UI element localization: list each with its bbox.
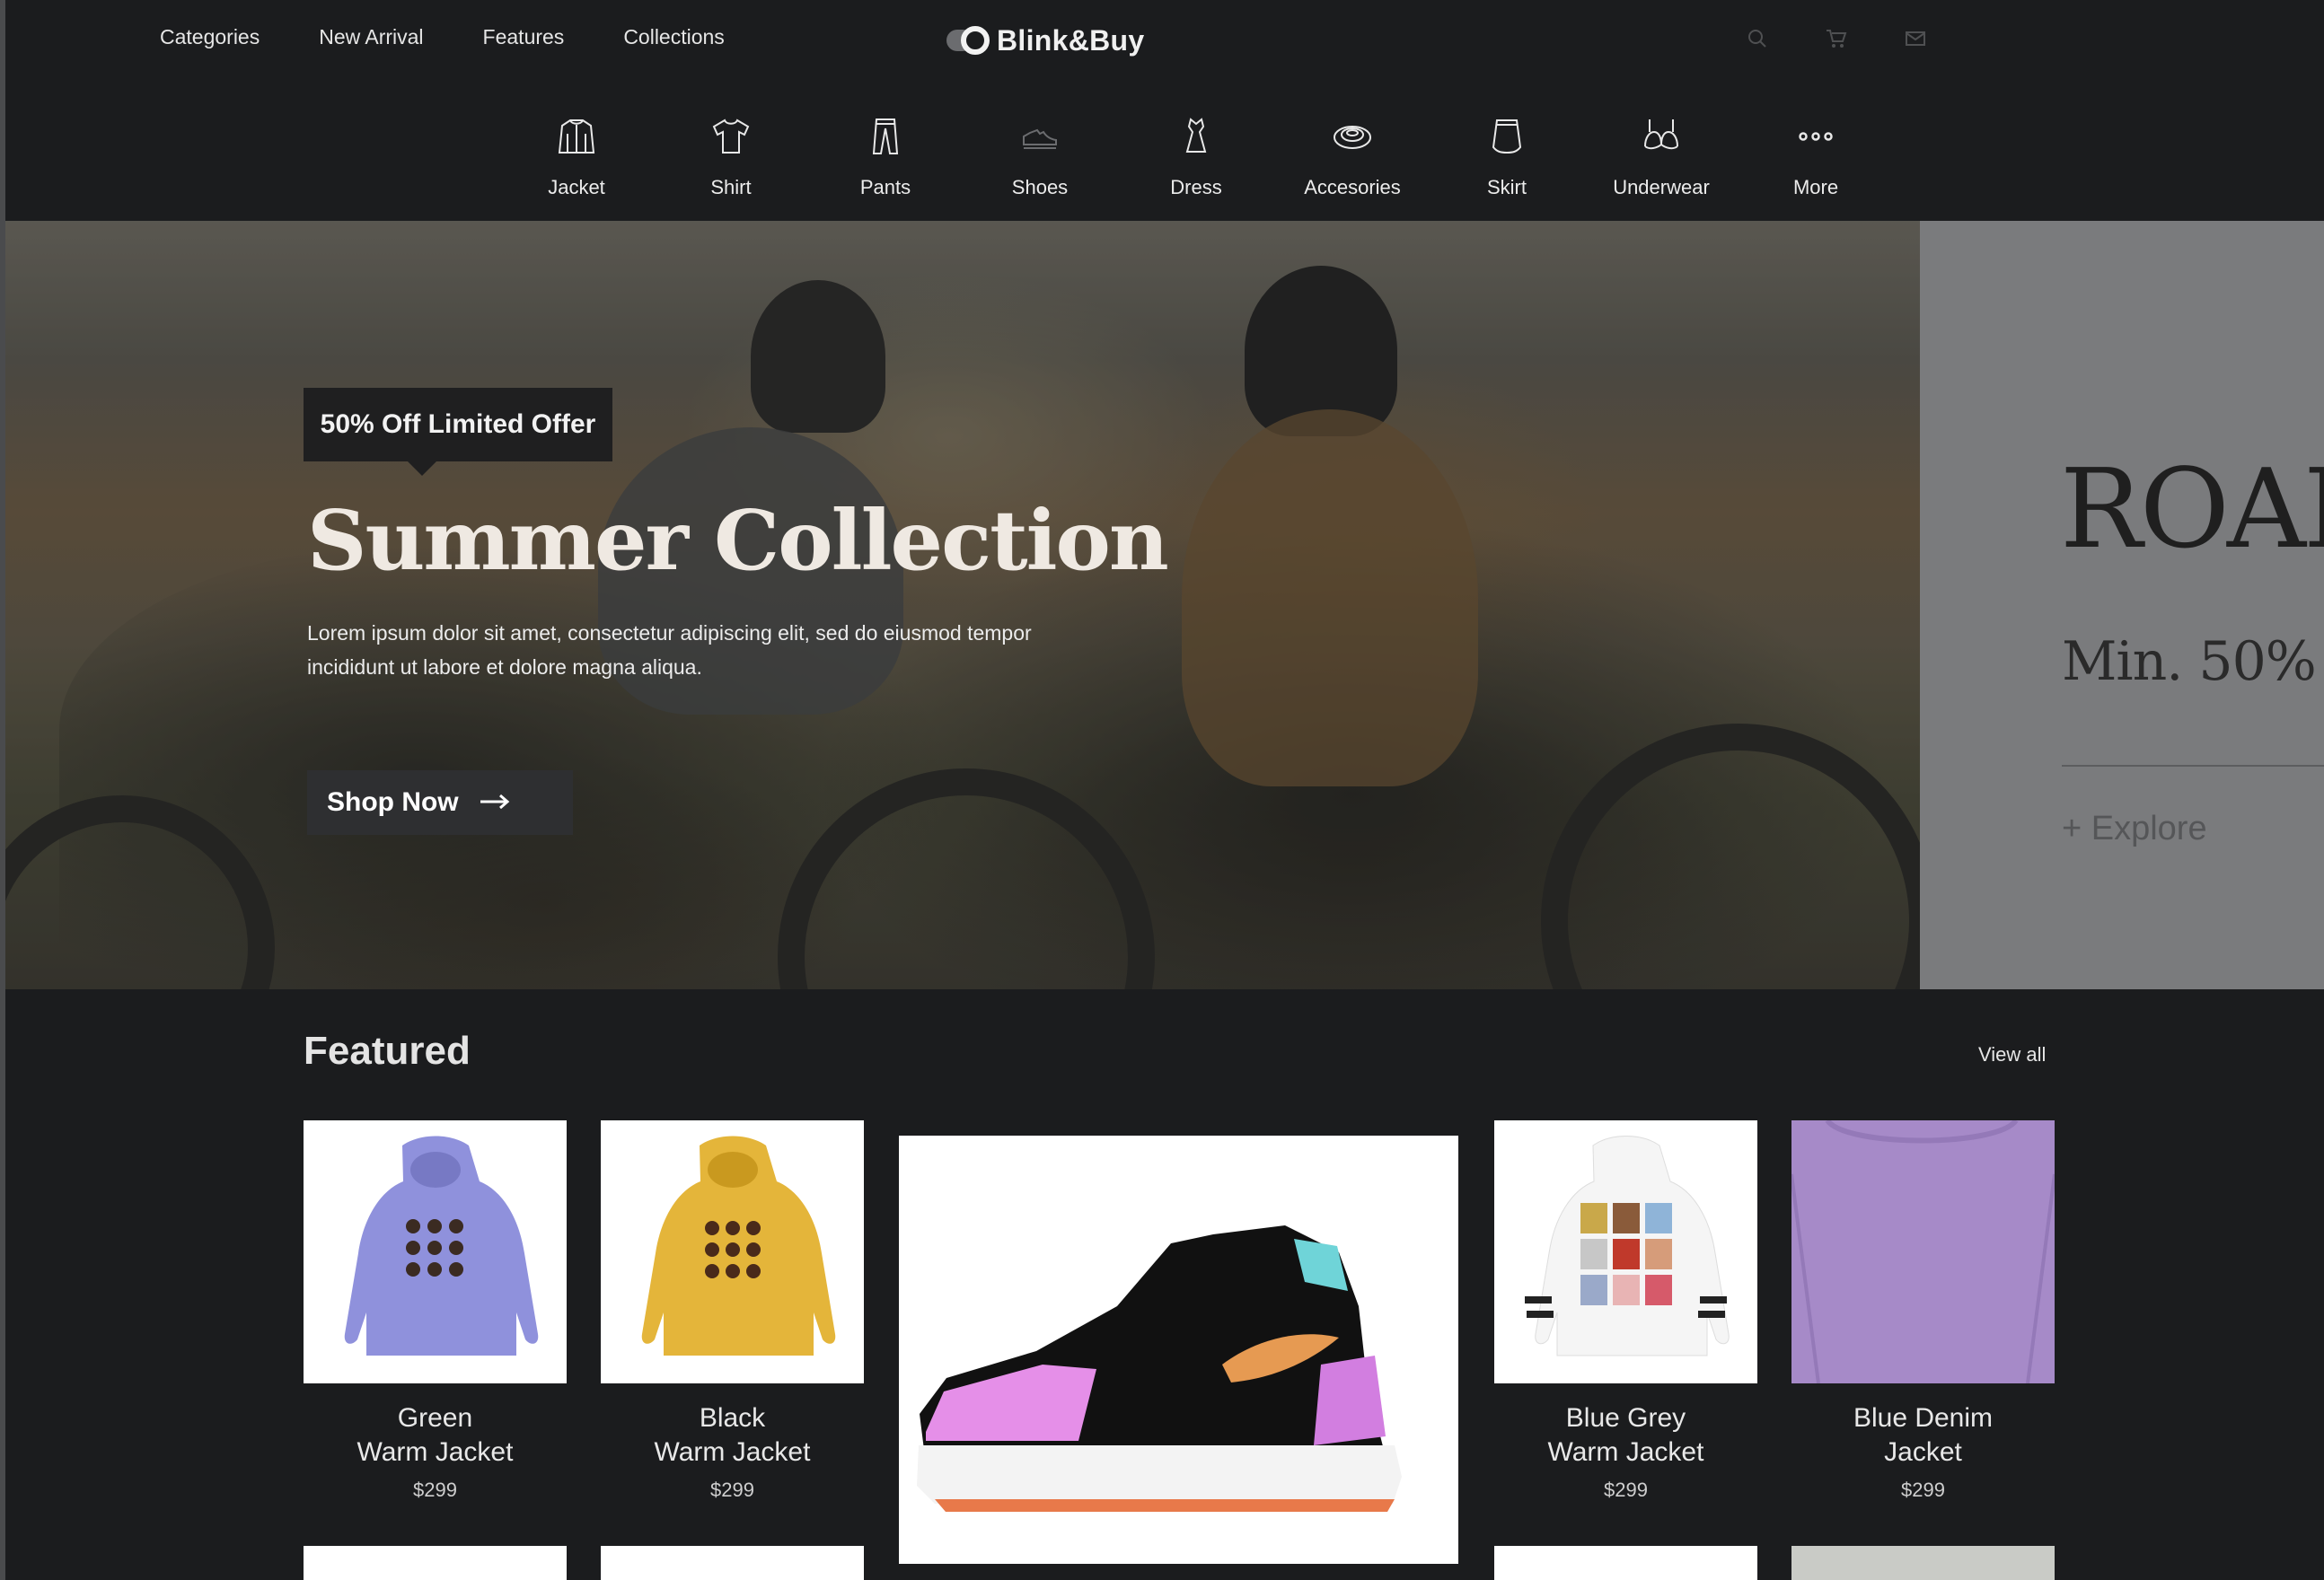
featured-heading: Featured (304, 1029, 471, 1073)
category-shirt[interactable]: Shirt (654, 113, 808, 199)
more-icon (1792, 113, 1839, 160)
nav-features[interactable]: Features (483, 25, 565, 49)
nav-actions (1746, 27, 1927, 50)
hero-description: Lorem ipsum dolor sit amet, consectetur … (307, 621, 1032, 679)
explore-link[interactable]: + Explore (2062, 810, 2207, 848)
product-name: Black Warm Jacket (654, 1403, 811, 1467)
product-name: Blue Denim Jacket (1853, 1403, 1994, 1467)
product-card[interactable] (1494, 1546, 1757, 1580)
product-name: Blue Grey Warm Jacket (1547, 1403, 1704, 1467)
nav-new-arrival[interactable]: New Arrival (319, 25, 423, 49)
search-icon[interactable] (1746, 27, 1769, 50)
dress-icon (1173, 113, 1219, 160)
product-card[interactable]: Black Warm Jacket $299 (601, 1120, 864, 1502)
category-accesories[interactable]: Accesories (1275, 113, 1430, 199)
category-skirt[interactable]: Skirt (1430, 113, 1584, 199)
product-card[interactable]: Green Warm Jacket $299 (304, 1120, 567, 1502)
cart-icon[interactable] (1825, 27, 1848, 50)
bra-icon (1638, 113, 1685, 160)
shoe-icon (1017, 113, 1063, 160)
product-image (1791, 1120, 2055, 1383)
product-card[interactable] (1791, 1546, 2055, 1580)
hero-banner[interactable] (5, 221, 1920, 989)
top-nav: Categories New Arrival Features Collecti… (0, 0, 2324, 77)
category-label: Shoes (1011, 176, 1069, 198)
nav-categories[interactable]: Categories (160, 25, 260, 49)
category-label: More (1792, 176, 1839, 198)
category-label: Underwear (1613, 176, 1710, 198)
slide-title: ROAD (2060, 445, 2324, 573)
product-card[interactable]: Blue Grey Warm Jacket $299 (1494, 1120, 1757, 1502)
product-price: $299 (413, 1479, 457, 1501)
offer-badge: 50% Off Limited Offer (304, 388, 612, 476)
mail-icon[interactable] (1904, 27, 1927, 50)
product-card[interactable] (304, 1546, 567, 1580)
hat-icon (1329, 113, 1376, 160)
skirt-icon (1483, 113, 1530, 160)
view-all-link[interactable]: View all (1978, 1043, 2046, 1066)
category-label: Skirt (1487, 176, 1527, 198)
next-slide[interactable]: ROAD Min. 50% OFF + Explore (1920, 221, 2324, 989)
product-card[interactable]: Blue Denim Jacket $299 (1791, 1120, 2055, 1502)
category-dress[interactable]: Dress (1117, 113, 1275, 199)
product-image (1494, 1120, 1757, 1383)
pants-icon (862, 113, 909, 160)
arrow-right-icon (479, 787, 511, 818)
category-label: Pants (859, 176, 911, 198)
category-bar: Jacket Shirt Pants Shoes Dress Accesorie… (499, 113, 1893, 199)
brand-name: Blink&Buy (997, 23, 1145, 57)
product-image (601, 1120, 864, 1383)
slide-subtitle: Min. 50% OFF (2062, 630, 2324, 693)
category-more[interactable]: More (1739, 113, 1893, 199)
category-underwear[interactable]: Underwear (1584, 113, 1739, 199)
shop-now-label: Shop Now (327, 787, 459, 817)
sneaker-image (917, 1225, 1402, 1512)
product-card-featured-sneaker[interactable] (899, 1136, 1458, 1564)
product-price: $299 (1901, 1479, 1945, 1501)
brand-logo[interactable]: Blink&Buy (946, 22, 1145, 59)
category-label: Dress (1170, 176, 1222, 198)
category-label: Jacket (548, 176, 605, 198)
category-pants[interactable]: Pants (808, 113, 963, 199)
logo-icon (946, 22, 990, 59)
shop-now-button[interactable]: Shop Now (307, 770, 573, 835)
category-jacket[interactable]: Jacket (499, 113, 654, 199)
category-shoes[interactable]: Shoes (963, 113, 1117, 199)
product-name: Green Warm Jacket (357, 1403, 514, 1467)
product-card[interactable] (601, 1546, 864, 1580)
product-price: $299 (1604, 1479, 1648, 1501)
category-label: Accesories (1304, 176, 1401, 198)
jacket-icon (553, 113, 600, 160)
main-menu: Categories New Arrival Features Collecti… (160, 25, 725, 49)
category-label: Shirt (710, 176, 752, 198)
shirt-icon (708, 113, 754, 160)
nav-collections[interactable]: Collections (623, 25, 725, 49)
hero-title: Summer Collection (307, 492, 1169, 589)
divider (2062, 765, 2324, 767)
product-image (304, 1120, 567, 1383)
product-price: $299 (710, 1479, 754, 1501)
